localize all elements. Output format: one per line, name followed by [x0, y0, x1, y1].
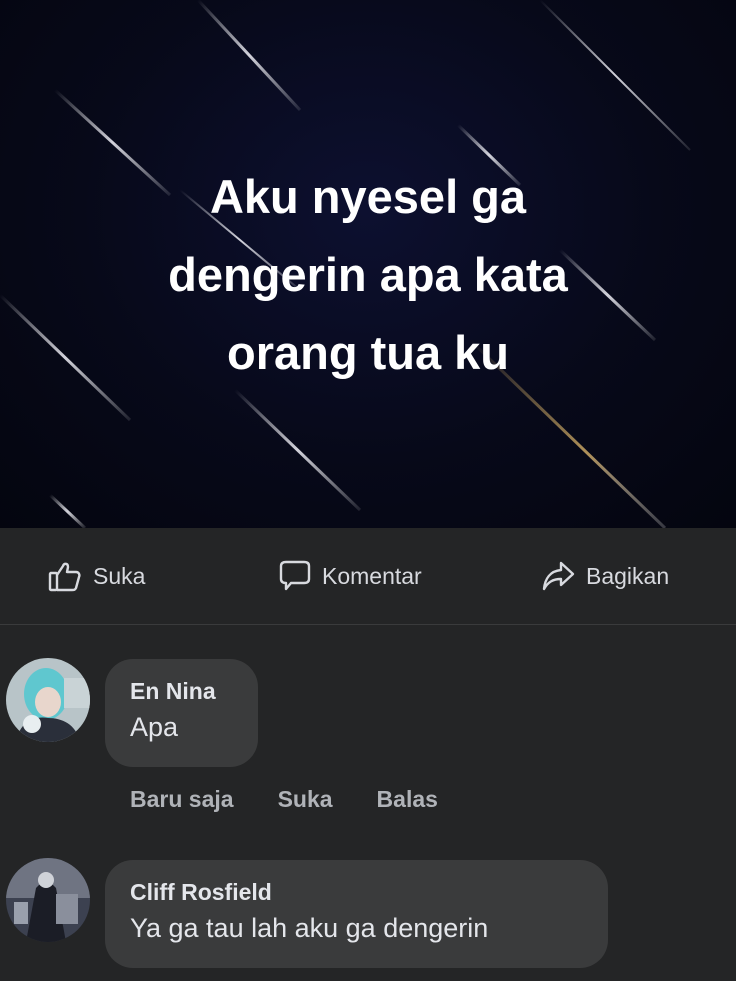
- comment-text: Ya ga tau lah aku ga dengerin: [130, 913, 489, 943]
- thumbs-up-icon: [47, 558, 83, 594]
- comment-label: Komentar: [322, 562, 422, 589]
- comment-reply-button[interactable]: Balas: [377, 786, 438, 813]
- comment-text: Apa: [130, 712, 179, 742]
- comment-bubble[interactable]: Cliff Rosfield Ya ga tau lah aku ga deng…: [105, 860, 608, 968]
- post-caption-line: orang tua ku: [226, 326, 510, 379]
- avatar[interactable]: [6, 858, 90, 942]
- post-caption-line: Aku nyesel ga: [209, 170, 527, 223]
- comment-like-button[interactable]: Suka: [278, 786, 333, 813]
- comment-button[interactable]: Komentar: [276, 558, 422, 594]
- post-action-bar: Suka Komentar Bagikan: [0, 528, 736, 625]
- post-image[interactable]: Aku nyesel ga dengerin apa kata orang tu…: [0, 0, 736, 528]
- post-caption: Aku nyesel ga dengerin apa kata orang tu…: [0, 158, 736, 392]
- comment-author[interactable]: Cliff Rosfield: [130, 876, 583, 908]
- comment-timestamp[interactable]: Baru saja: [130, 786, 234, 813]
- share-button[interactable]: Bagikan: [540, 558, 669, 594]
- comment-author[interactable]: En Nina: [130, 675, 233, 707]
- like-button[interactable]: Suka: [47, 558, 145, 594]
- comment-item: Cliff Rosfield Ya ga tau lah aku ga deng…: [0, 844, 736, 981]
- share-arrow-icon: [540, 558, 576, 594]
- share-label: Bagikan: [586, 562, 670, 589]
- comment-meta: Baru saja Suka Balas: [130, 786, 482, 813]
- comment-bubble[interactable]: En Nina Apa: [105, 659, 258, 767]
- comment-item: En Nina Apa Baru saja Suka Balas: [0, 624, 736, 844]
- post-caption-line: dengerin apa kata: [168, 248, 568, 301]
- comment-bubble-icon: [276, 558, 312, 594]
- like-label: Suka: [93, 562, 146, 589]
- avatar[interactable]: [6, 658, 90, 742]
